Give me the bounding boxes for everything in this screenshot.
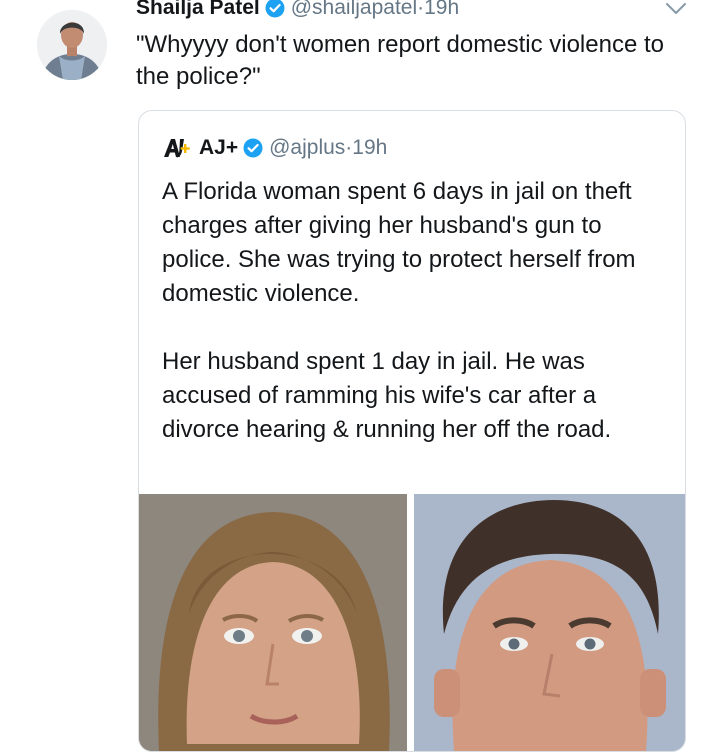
quoted-tweet-card[interactable]: AJ+ @ajplus · 19h A Florida woman spent … bbox=[138, 110, 686, 752]
tweet-text: "Whyyyy don't women report domestic viol… bbox=[136, 31, 664, 90]
chevron-down-icon[interactable] bbox=[665, 2, 687, 16]
quoted-tweet-text: A Florida woman spent 6 days in jail on … bbox=[162, 175, 667, 447]
author-avatar[interactable] bbox=[37, 10, 107, 80]
media-grid bbox=[139, 494, 685, 751]
quoted-tweet-paragraph: A Florida woman spent 6 days in jail on … bbox=[162, 178, 636, 307]
tweet-header: Shailja Patel @shailjapatel · 19h bbox=[136, 0, 459, 22]
separator-dot: · bbox=[345, 136, 353, 159]
quoted-tweet-header: AJ+ @ajplus · 19h bbox=[163, 133, 387, 163]
quoted-tweet-timestamp[interactable]: 19h bbox=[352, 136, 387, 160]
author-name[interactable]: Shailja Patel bbox=[136, 0, 260, 20]
quoted-tweet-paragraph: Her husband spent 1 day in jail. He was … bbox=[162, 348, 612, 443]
verified-badge-icon bbox=[265, 0, 285, 18]
mugshot-woman-image[interactable] bbox=[139, 494, 407, 751]
separator-dot: · bbox=[417, 0, 425, 19]
verified-badge-icon bbox=[243, 138, 263, 158]
mugshot-man-image[interactable] bbox=[414, 494, 685, 751]
tweet-timestamp[interactable]: 19h bbox=[424, 0, 459, 20]
author-handle[interactable]: @shailjapatel bbox=[291, 0, 417, 20]
ajplus-logo-icon bbox=[163, 136, 191, 160]
quoted-author-name[interactable]: AJ+ bbox=[199, 136, 238, 160]
quoted-author-handle[interactable]: @ajplus bbox=[269, 136, 345, 160]
